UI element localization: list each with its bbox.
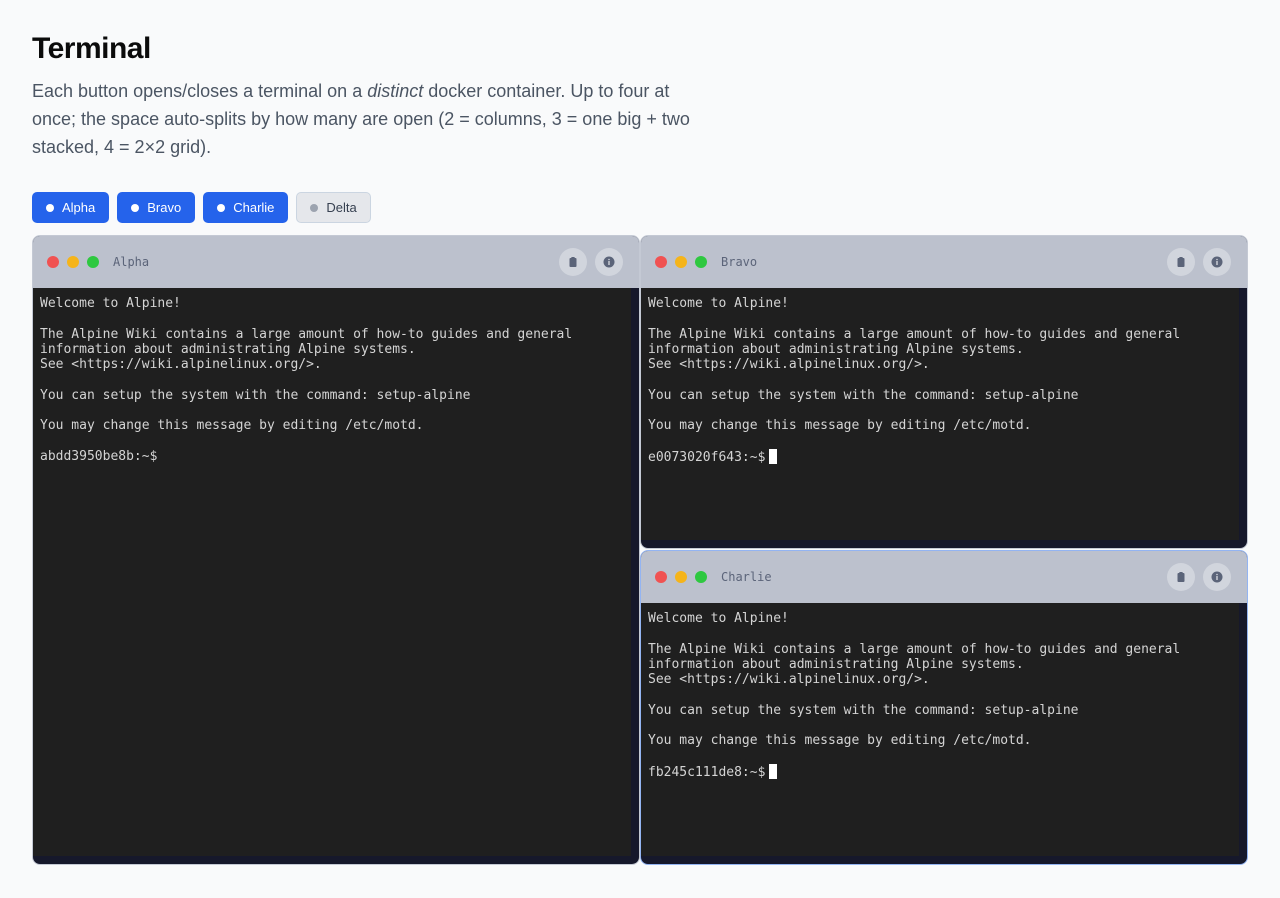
close-dot-icon[interactable] [655, 571, 667, 583]
terminal-output[interactable]: Welcome to Alpine! The Alpine Wiki contai… [33, 288, 631, 856]
button-label: Alpha [62, 200, 96, 215]
info-icon[interactable] [595, 248, 623, 276]
text-cursor [769, 448, 778, 464]
button-label: Charlie [233, 200, 275, 215]
minimize-dot-icon[interactable] [67, 256, 79, 268]
toggle-bravo-button[interactable]: Bravo [117, 192, 196, 223]
terminal-name: Alpha [113, 255, 150, 269]
terminal-line: The Alpine Wiki contains a large amount … [40, 326, 573, 342]
maximize-dot-icon[interactable] [87, 256, 99, 268]
terminal-line: You may change this message by editing /… [648, 418, 1032, 434]
terminal-name: Bravo [721, 255, 758, 269]
maximize-dot-icon[interactable] [695, 256, 707, 268]
terminal-line: See <https://wiki.alpinelinux.org/>. [40, 357, 322, 373]
terminal-screen[interactable]: Welcome to Alpine! The Alpine Wiki contai… [641, 603, 1247, 864]
terminal-name: Charlie [721, 570, 772, 584]
status-dot-icon [131, 203, 140, 212]
terminal-pane-charlie: Charlie Welcome to Alpine! The Alpine Wik… [640, 550, 1248, 865]
terminal-line: information about administrating Alpine … [648, 656, 1024, 672]
info-icon[interactable] [1203, 248, 1231, 276]
terminal-prompt[interactable]: e0073020f643:~$ [648, 448, 1239, 465]
status-dot-icon [217, 203, 226, 212]
prompt-text: e0073020f643:~$ [648, 449, 766, 465]
terminal-line: See <https://wiki.alpinelinux.org/>. [648, 357, 930, 373]
page-description: Each button opens/closes a terminal on a… [32, 77, 712, 161]
terminal-titlebar: Alpha [33, 236, 639, 288]
terminal-line: Welcome to Alpine! [648, 611, 789, 626]
terminal-line: You can setup the system with the comman… [648, 387, 1079, 403]
terminal-line: You can setup the system with the comman… [648, 702, 1079, 718]
button-label: Bravo [147, 200, 182, 215]
status-dot-icon [310, 203, 319, 212]
toggle-charlie-button[interactable]: Charlie [203, 192, 289, 223]
minimize-dot-icon[interactable] [675, 571, 687, 583]
close-dot-icon[interactable] [655, 256, 667, 268]
close-dot-icon[interactable] [47, 256, 59, 268]
clipboard-icon[interactable] [1167, 563, 1195, 591]
terminal-screen[interactable]: Welcome to Alpine! The Alpine Wiki contai… [641, 288, 1247, 548]
terminal-pane-bravo: Bravo Welcome to Alpine! The Alpine Wiki … [640, 235, 1248, 549]
status-dot-icon [46, 203, 54, 212]
window-controls [47, 256, 99, 268]
terminal-actions [559, 248, 623, 276]
terminal-line: See <https://wiki.alpinelinux.org/>. [648, 672, 930, 688]
minimize-dot-icon[interactable] [675, 256, 687, 268]
text-cursor [769, 763, 778, 779]
page-title: Terminal [32, 32, 151, 65]
terminal-line: Welcome to Alpine! [648, 296, 789, 311]
terminal-pane-alpha: Alpha Welcome to Alpine! The Alpine Wiki … [32, 235, 640, 865]
toggle-alpha-button[interactable]: Alpha [32, 192, 110, 223]
window-controls [655, 571, 707, 583]
terminal-prompt[interactable]: fb245c111de8:~$ [648, 763, 1239, 780]
terminal-toggle-bar: Alpha Bravo Charlie Delta [32, 192, 371, 223]
clipboard-icon[interactable] [559, 248, 587, 276]
terminal-line: You may change this message by editing /… [648, 733, 1032, 749]
terminal-titlebar: Bravo [641, 236, 1247, 288]
terminal-output[interactable]: Welcome to Alpine! The Alpine Wiki contai… [641, 288, 1239, 540]
terminal-line: information about administrating Alpine … [40, 341, 416, 357]
terminal-line: You can setup the system with the comman… [40, 387, 471, 403]
button-label: Delta [326, 200, 357, 215]
clipboard-icon[interactable] [1167, 248, 1195, 276]
terminal-line: information about administrating Alpine … [648, 341, 1024, 357]
terminal-prompt[interactable]: abdd3950be8b:~$ [40, 449, 631, 464]
description-emphasis: distinct [367, 81, 424, 101]
window-controls [655, 256, 707, 268]
terminal-titlebar: Charlie [641, 551, 1247, 603]
prompt-text: abdd3950be8b:~$ [40, 448, 158, 464]
terminal-line: The Alpine Wiki contains a large amount … [648, 641, 1181, 657]
terminal-actions [1167, 248, 1231, 276]
info-icon[interactable] [1203, 563, 1231, 591]
terminal-screen[interactable]: Welcome to Alpine! The Alpine Wiki contai… [33, 288, 639, 864]
prompt-text: fb245c111de8:~$ [648, 764, 766, 780]
maximize-dot-icon[interactable] [695, 571, 707, 583]
terminal-line: Welcome to Alpine! [40, 296, 181, 311]
terminal-output[interactable]: Welcome to Alpine! The Alpine Wiki contai… [641, 603, 1239, 856]
description-text: Each button opens/closes a terminal on a [32, 81, 368, 101]
terminal-actions [1167, 563, 1231, 591]
terminal-line: The Alpine Wiki contains a large amount … [648, 326, 1181, 342]
toggle-delta-button[interactable]: Delta [296, 192, 371, 223]
terminal-line: You may change this message by editing /… [40, 418, 424, 434]
